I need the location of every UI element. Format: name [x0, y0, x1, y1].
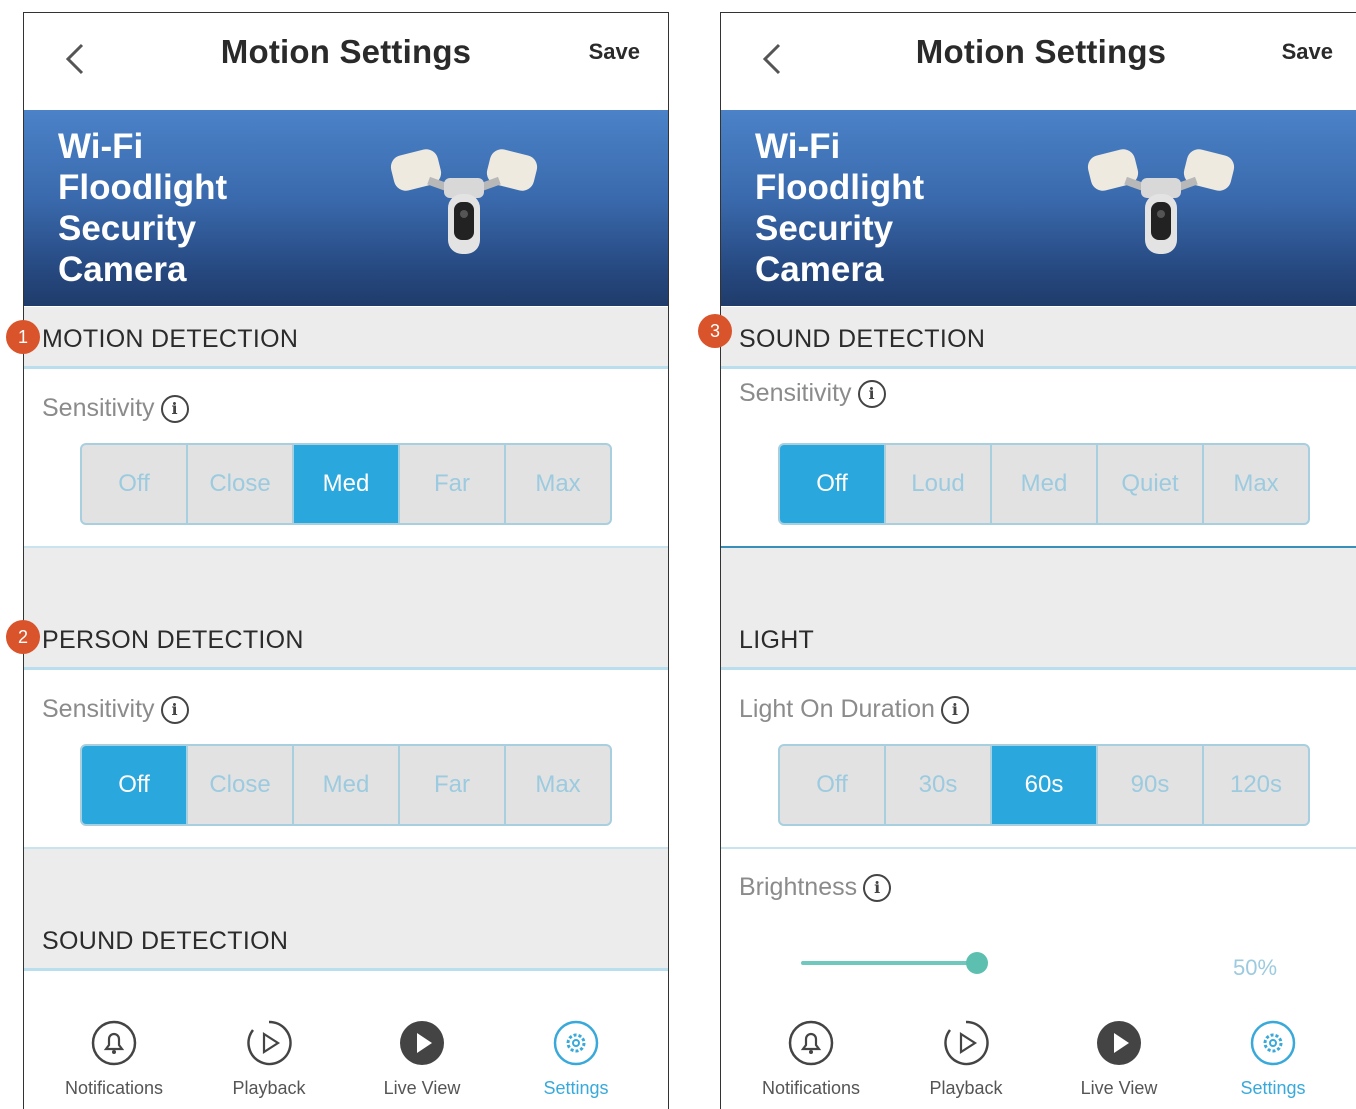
tab-playback[interactable]: Playback: [896, 1019, 1036, 1099]
page-title: Motion Settings: [220, 33, 472, 70]
sound-sensitivity-option[interactable]: Quiet: [1098, 445, 1204, 523]
light-duration-option[interactable]: Off: [780, 746, 886, 824]
gear-icon: [1250, 1020, 1296, 1066]
section-gap: [24, 548, 668, 608]
info-icon[interactable]: i: [160, 395, 189, 424]
light-duration-option[interactable]: 30s: [886, 746, 992, 824]
tab-live-view[interactable]: Live View: [352, 1019, 492, 1099]
brightness-value: 50%: [1233, 955, 1278, 980]
playback-icon: [944, 1020, 989, 1066]
motion-sensitivity-option-selected[interactable]: Med: [294, 445, 400, 523]
light-duration-label: Light On Duration i: [739, 695, 969, 725]
motion-detection-header: MOTION DETECTION: [24, 307, 668, 369]
left-phone-screen: Motion Settings Save Wi-Fi Floodlight Se…: [23, 12, 669, 1109]
brightness-slider-thumb[interactable]: [966, 952, 988, 974]
tab-notifications[interactable]: Notifications: [44, 1019, 184, 1099]
bell-icon: [788, 1020, 834, 1066]
brightness-slider[interactable]: [801, 951, 1153, 975]
callout-badge-3: 3: [698, 314, 732, 348]
motion-sensitivity-selector: Off Close Med Far Max: [80, 443, 612, 525]
info-icon[interactable]: i: [857, 380, 886, 409]
section-gap: [721, 548, 1356, 608]
sound-sensitivity-option[interactable]: Max: [1204, 445, 1308, 523]
header: Motion Settings Save: [24, 13, 668, 109]
light-header: LIGHT: [721, 608, 1356, 670]
info-icon[interactable]: i: [863, 874, 892, 903]
product-banner: Wi-Fi Floodlight Security Camera: [24, 110, 668, 306]
product-name: Wi-Fi Floodlight Security Camera: [755, 127, 925, 289]
person-sensitivity-selector: Off Close Med Far Max: [80, 744, 612, 826]
bottom-tab-bar: Notifications Playback Live View Setting…: [24, 1009, 668, 1109]
motion-sensitivity-option[interactable]: Close: [188, 445, 294, 523]
save-button[interactable]: Save: [1282, 39, 1333, 65]
floodlight-camera-image: [390, 149, 538, 254]
person-sensitivity-option[interactable]: Close: [188, 746, 294, 824]
tab-live-view[interactable]: Live View: [1049, 1019, 1189, 1099]
tab-settings[interactable]: Settings: [1203, 1019, 1343, 1099]
sound-sensitivity-selector: Off Loud Med Quiet Max: [778, 443, 1310, 525]
motion-sensitivity-option[interactable]: Off: [82, 445, 188, 523]
motion-sensitivity-option[interactable]: Max: [506, 445, 610, 523]
motion-sensitivity-option[interactable]: Far: [400, 445, 506, 523]
light-duration-option[interactable]: 90s: [1098, 746, 1204, 824]
light-duration-option-selected[interactable]: 60s: [992, 746, 1098, 824]
header: Motion Settings Save: [721, 13, 1356, 109]
motion-sensitivity-label: Sensitivity i: [42, 394, 189, 424]
tab-playback[interactable]: Playback: [199, 1019, 339, 1099]
sound-detection-header: SOUND DETECTION: [721, 307, 1356, 369]
person-sensitivity-option[interactable]: Med: [294, 746, 400, 824]
playback-icon: [247, 1020, 292, 1066]
callout-badge-1: 1: [6, 320, 40, 354]
person-detection-header: PERSON DETECTION: [24, 608, 668, 670]
bottom-tab-bar: Notifications Playback Live View Setting…: [721, 1009, 1356, 1109]
light-duration-selector: Off 30s 60s 90s 120s: [778, 744, 1310, 826]
info-icon[interactable]: i: [160, 696, 189, 725]
sound-sensitivity-label: Sensitivity i: [739, 379, 886, 409]
floodlight-camera-image: [1087, 149, 1235, 254]
info-icon[interactable]: i: [940, 696, 969, 725]
product-banner: Wi-Fi Floodlight Security Camera: [721, 110, 1356, 306]
live-view-icon: [1097, 1021, 1141, 1065]
tab-notifications[interactable]: Notifications: [741, 1019, 881, 1099]
callout-badge-2: 2: [6, 620, 40, 654]
bell-icon: [91, 1020, 137, 1066]
person-sensitivity-label: Sensitivity i: [42, 695, 189, 725]
brightness-slider-fill: [801, 961, 977, 965]
tab-settings[interactable]: Settings: [506, 1019, 646, 1099]
brightness-label: Brightness i: [739, 873, 892, 903]
product-name: Wi-Fi Floodlight Security Camera: [58, 127, 228, 289]
sound-sensitivity-option[interactable]: Med: [992, 445, 1098, 523]
person-sensitivity-option[interactable]: Far: [400, 746, 506, 824]
sound-sensitivity-option-selected[interactable]: Off: [780, 445, 886, 523]
section-gap: [24, 849, 668, 909]
sound-detection-header: SOUND DETECTION: [24, 909, 668, 971]
divider: [721, 847, 1356, 849]
right-phone-screen: Motion Settings Save Wi-Fi Floodlight Se…: [720, 12, 1356, 1109]
save-button[interactable]: Save: [589, 39, 640, 65]
page-title: Motion Settings: [915, 33, 1167, 70]
sound-sensitivity-option[interactable]: Loud: [886, 445, 992, 523]
person-sensitivity-option-selected[interactable]: Off: [82, 746, 188, 824]
person-sensitivity-option[interactable]: Max: [506, 746, 610, 824]
live-view-icon: [400, 1021, 444, 1065]
light-duration-option[interactable]: 120s: [1204, 746, 1308, 824]
gear-icon: [553, 1020, 599, 1066]
